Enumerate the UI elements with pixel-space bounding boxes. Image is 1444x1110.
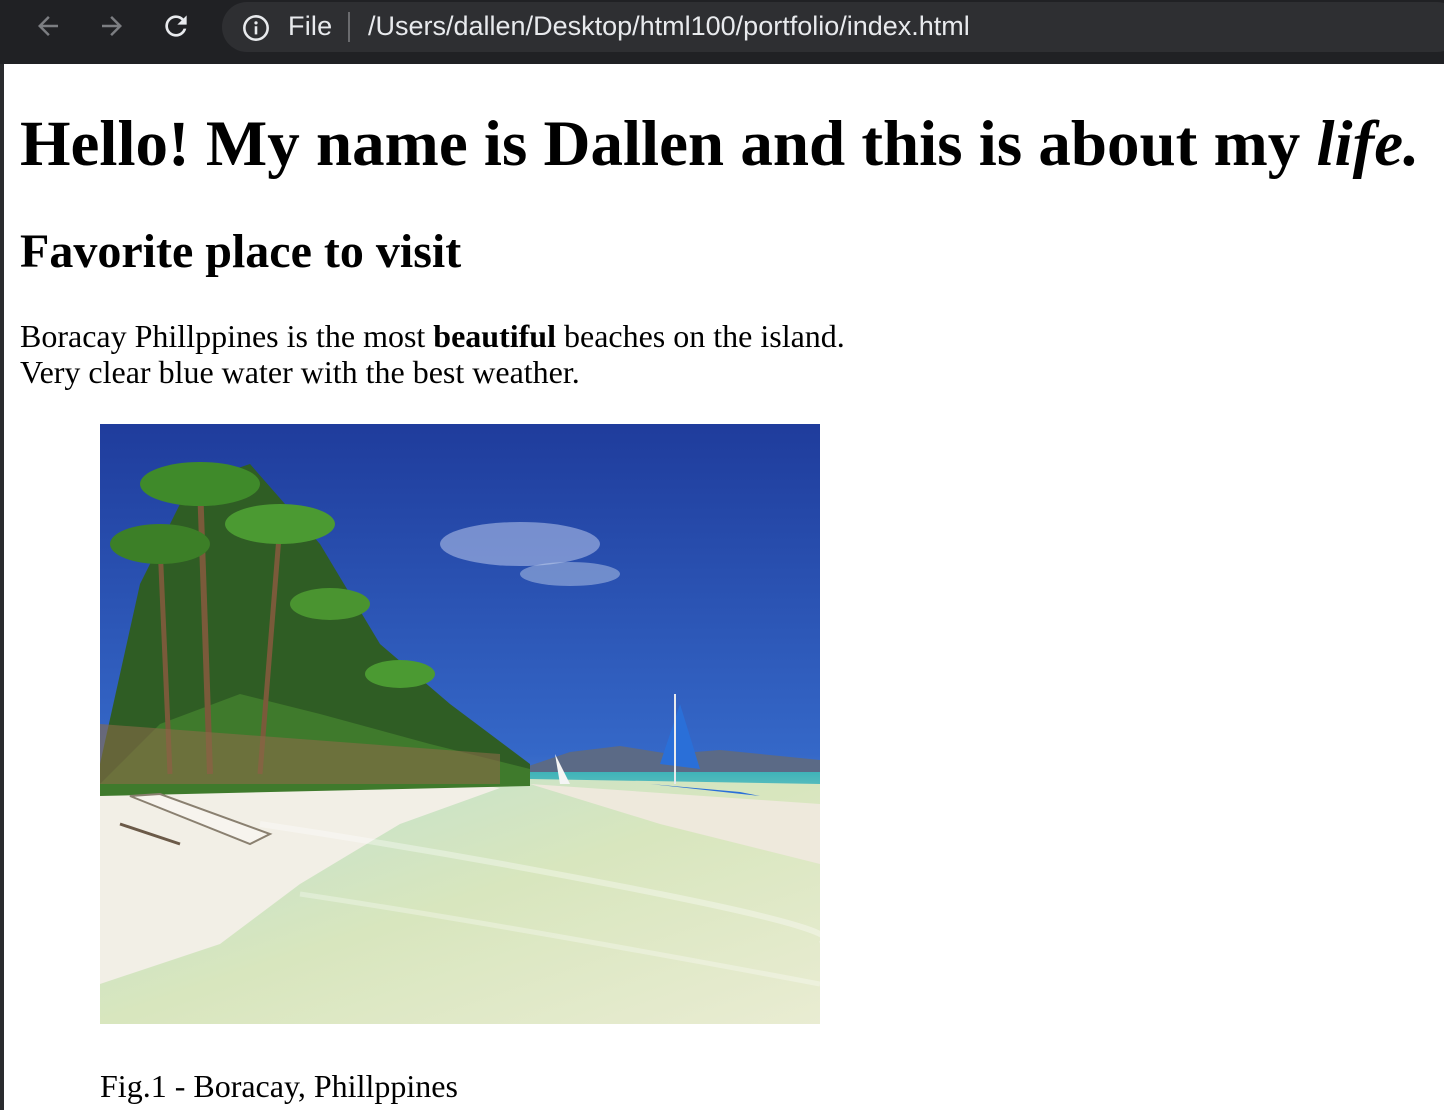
- page-title: Hello! My name is Dallen and this is abo…: [20, 104, 1419, 184]
- page-title-text: Hello! My name is Dallen and this is abo…: [20, 108, 1317, 180]
- paragraph-text-1: Boracay Phillppines is the most: [20, 318, 434, 354]
- forward-arrow-icon: [102, 16, 122, 36]
- description-paragraph: Boracay Phillppines is the most beautifu…: [20, 318, 845, 390]
- paragraph-bold-word: beautiful: [433, 318, 556, 354]
- browser-toolbar: File /Users/dallen/Desktop/html100/portf…: [0, 0, 1444, 64]
- reload-button[interactable]: [156, 6, 196, 46]
- paragraph-text-2: beaches on the island.: [555, 318, 845, 354]
- section-heading: Favorite place to visit: [20, 225, 462, 278]
- paragraph-line-2: Very clear blue water with the best weat…: [20, 354, 580, 390]
- address-bar[interactable]: File /Users/dallen/Desktop/html100/portf…: [222, 2, 1444, 52]
- back-button[interactable]: [28, 6, 68, 46]
- back-arrow-icon: [38, 16, 58, 36]
- window-edge: [0, 64, 4, 1110]
- page-title-emphasis: life.: [1316, 108, 1420, 180]
- figure-caption: Fig.1 - Boracay, Phillppines: [100, 1068, 458, 1104]
- reload-icon: [165, 15, 187, 37]
- url-text[interactable]: /Users/dallen/Desktop/html100/portfolio/…: [368, 11, 970, 42]
- scheme-label: File: [288, 11, 333, 41]
- beach-photo: [100, 424, 820, 1024]
- address-separator: [348, 12, 350, 42]
- forward-button[interactable]: [92, 6, 132, 46]
- info-icon[interactable]: [242, 14, 270, 42]
